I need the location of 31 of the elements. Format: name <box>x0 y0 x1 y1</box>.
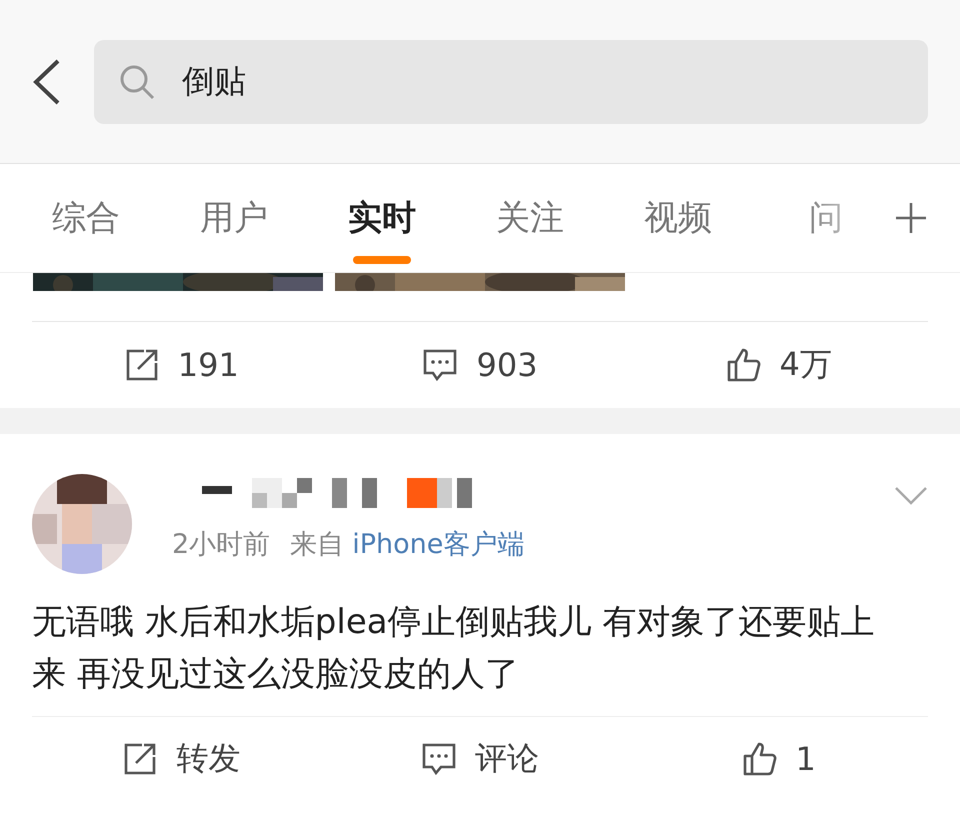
tab-indicator <box>353 256 411 264</box>
comment-icon <box>421 741 457 777</box>
like-button[interactable]: 4万 <box>629 322 928 408</box>
add-icon[interactable] <box>894 201 928 235</box>
action-label: 191 <box>178 346 239 384</box>
comment-icon <box>422 347 458 383</box>
source-label: 来自 <box>290 528 344 562</box>
like-button[interactable]: 1 <box>629 717 928 801</box>
post-text: 无语哦 水后和水垢plea停止倒贴我儿 有对象了还要贴上来 再没见过这么没脸没皮的人了 <box>32 601 876 696</box>
thumbs-up-icon <box>742 741 778 777</box>
repost-button[interactable]: 191 <box>32 322 331 408</box>
tab[interactable]: 视频 <box>604 164 752 272</box>
tab[interactable]: 实时 <box>308 164 456 272</box>
tab[interactable]: 用户 <box>160 164 308 272</box>
action-label: 评论 <box>475 738 539 779</box>
action-label: 4万 <box>780 344 832 385</box>
action-label: 903 <box>476 346 538 384</box>
search-icon <box>118 62 156 100</box>
tab[interactable]: 综合 <box>12 164 160 272</box>
search-field[interactable]: 倒贴 <box>94 40 928 124</box>
share-icon <box>122 741 158 777</box>
comment-button[interactable]: 评论 <box>330 717 630 801</box>
source-link[interactable]: iPhone客户端 <box>352 526 524 562</box>
comment-button[interactable]: 903 <box>330 322 630 408</box>
action-label: 转发 <box>176 738 240 779</box>
post-time: 2小时前 <box>172 528 270 562</box>
tab[interactable]: 关注 <box>456 164 604 272</box>
thumbs-up-icon <box>726 347 762 383</box>
share-icon <box>124 347 160 383</box>
action-label: 1 <box>796 740 816 778</box>
repost-button[interactable]: 转发 <box>32 717 331 801</box>
